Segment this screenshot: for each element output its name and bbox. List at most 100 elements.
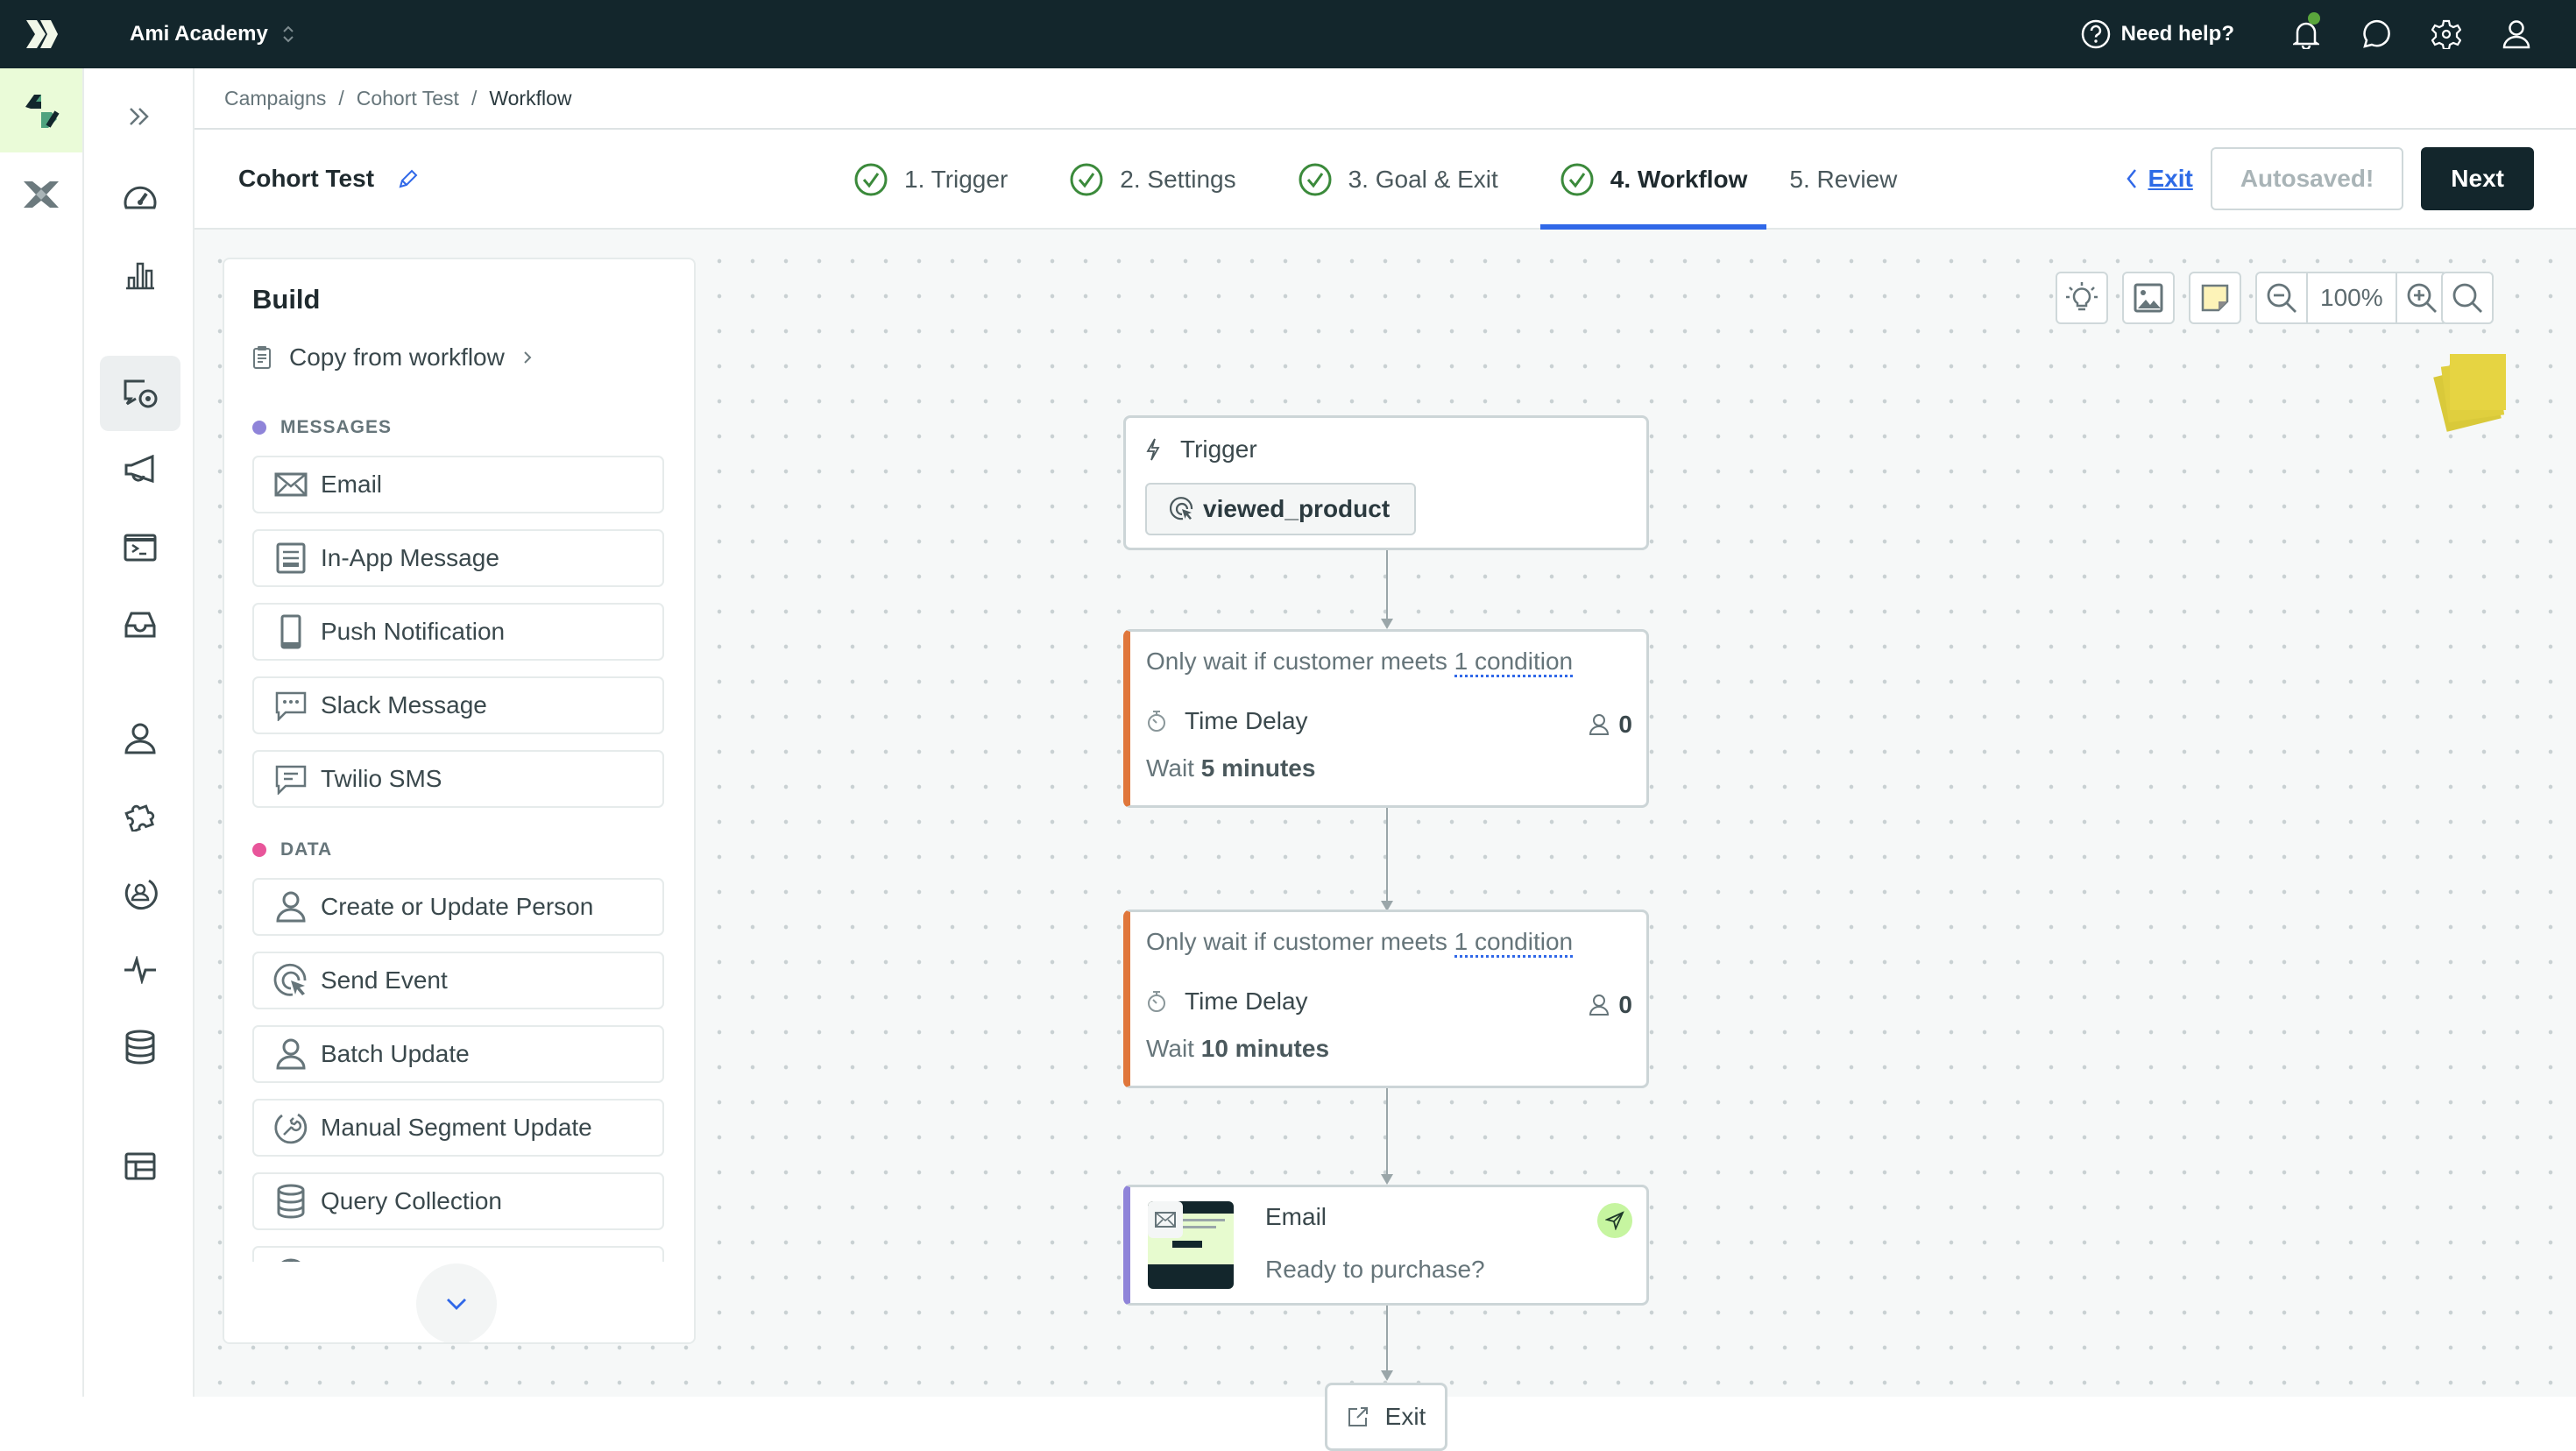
person-icon xyxy=(276,891,306,923)
exit-node-label: Exit xyxy=(1384,1403,1426,1430)
campaigns-icon xyxy=(124,379,158,408)
build-item-manual-segment[interactable]: Manual Segment Update xyxy=(252,1099,664,1157)
build-item-send-event[interactable]: Send Event xyxy=(252,952,664,1009)
trigger-event-chip[interactable]: viewed_product xyxy=(1145,483,1417,535)
add-note-button[interactable] xyxy=(2189,272,2241,324)
breadcrumb-current: Workflow xyxy=(489,86,572,110)
trigger-node[interactable]: Trigger viewed_product xyxy=(1123,415,1649,550)
chat-icon xyxy=(2363,19,2390,48)
journeys-product-button[interactable] xyxy=(0,68,82,152)
tab-workflow[interactable]: 4. Workflow xyxy=(1539,130,1767,230)
database-icon xyxy=(125,1030,155,1065)
nav-people[interactable] xyxy=(100,701,180,776)
nav-campaigns[interactable] xyxy=(100,356,180,431)
nav-transactional[interactable] xyxy=(100,510,180,585)
workspace-switcher[interactable]: Ami Academy xyxy=(130,22,294,46)
image-icon xyxy=(2134,283,2163,313)
nav-broadcasts[interactable] xyxy=(100,433,180,508)
tab-label: 3. Goal & Exit xyxy=(1348,166,1498,193)
person-count-icon xyxy=(1589,994,1610,1016)
account-button[interactable] xyxy=(2481,0,2551,68)
workflow-canvas[interactable]: Build Copy from workflow MESSAGES Email … xyxy=(195,231,2576,1451)
exit-link[interactable]: Exit xyxy=(2125,165,2193,193)
help-button[interactable]: Need help? xyxy=(2081,19,2234,49)
nav-inbox[interactable] xyxy=(100,587,180,662)
build-item-twilio[interactable]: Twilio SMS xyxy=(252,750,664,808)
nav-dashboard[interactable] xyxy=(100,159,180,235)
check-circle-icon xyxy=(1070,163,1103,196)
nav-analytics[interactable] xyxy=(100,237,180,312)
sticky-note xyxy=(2450,354,2506,410)
scroll-down-button[interactable] xyxy=(416,1263,497,1342)
chevron-left-icon xyxy=(2127,169,2137,188)
clipboard-icon xyxy=(253,346,271,369)
next-button[interactable]: Next xyxy=(2421,147,2534,210)
build-item-slack[interactable]: Slack Message xyxy=(252,676,664,734)
tab-trigger[interactable]: 1. Trigger xyxy=(834,130,1027,230)
build-item-in-app[interactable]: In-App Message xyxy=(252,529,664,587)
build-item-push[interactable]: Push Notification xyxy=(252,603,664,661)
app-logo[interactable] xyxy=(0,0,84,68)
journeys-logo-icon xyxy=(25,95,60,128)
zoom-out-button[interactable] xyxy=(2257,273,2306,322)
step-tabs: 1. Trigger 2. Settings 3. Goal & Exit 4.… xyxy=(834,130,1939,230)
tab-settings[interactable]: 2. Settings xyxy=(1050,130,1255,230)
tips-button[interactable] xyxy=(2056,272,2108,324)
zoom-out-icon xyxy=(2267,283,2296,313)
pipelines-product-button[interactable] xyxy=(0,152,82,237)
wait-duration: 10 minutes xyxy=(1200,1035,1330,1062)
condition-link[interactable]: 1 condition xyxy=(1454,928,1574,958)
build-item-email[interactable]: Email xyxy=(252,456,664,513)
build-item-create-update-person[interactable]: Create or Update Person xyxy=(252,878,664,936)
time-delay-node[interactable]: Only wait if customer meets 1 condition … xyxy=(1123,629,1649,808)
nav-integrations[interactable] xyxy=(100,778,180,853)
exit-node[interactable]: Exit xyxy=(1325,1383,1447,1451)
condition-link[interactable]: 1 condition xyxy=(1454,648,1574,677)
copy-from-workflow-button[interactable]: Copy from workflow xyxy=(252,343,533,372)
item-label: Slack Message xyxy=(321,691,487,718)
copy-label: Copy from workflow xyxy=(289,343,505,371)
help-icon xyxy=(2081,19,2110,49)
wait-duration: 5 minutes xyxy=(1200,754,1316,782)
email-node[interactable]: Email Ready to purchase? xyxy=(1123,1185,1649,1306)
nav-segments[interactable] xyxy=(100,855,180,931)
tab-label: 2. Settings xyxy=(1120,166,1236,193)
section-data: DATA xyxy=(252,839,332,860)
sticky-notes-stack[interactable] xyxy=(2433,354,2513,432)
build-panel: Build Copy from workflow MESSAGES Email … xyxy=(223,258,696,1344)
nav-content[interactable] xyxy=(100,1129,180,1204)
notifications-button[interactable] xyxy=(2271,0,2341,68)
nav-activity[interactable] xyxy=(100,932,180,1008)
item-label: Send Event xyxy=(321,966,448,994)
breadcrumb-campaigns[interactable]: Campaigns xyxy=(224,87,326,110)
edit-pencil-icon[interactable] xyxy=(397,167,420,190)
bar-chart-icon xyxy=(126,262,154,290)
settings-button[interactable] xyxy=(2411,0,2481,68)
in-app-icon xyxy=(276,542,306,574)
trigger-label: Trigger xyxy=(1180,435,1257,463)
tab-goal-exit[interactable]: 3. Goal & Exit xyxy=(1278,130,1518,230)
delay-type: Time Delay xyxy=(1185,987,1308,1015)
section-label: DATA xyxy=(280,839,333,860)
check-circle-icon xyxy=(854,163,888,196)
build-title: Build xyxy=(252,284,321,315)
inbox-icon xyxy=(124,612,156,638)
breadcrumb-campaign[interactable]: Cohort Test xyxy=(357,87,459,110)
zoom-controls: 100% xyxy=(2255,272,2448,324)
search-canvas-button[interactable] xyxy=(2441,272,2494,324)
nav-data[interactable] xyxy=(100,1009,180,1085)
build-item-query-collection[interactable]: Query Collection xyxy=(252,1172,664,1230)
add-image-button[interactable] xyxy=(2122,272,2175,324)
time-delay-node[interactable]: Only wait if customer meets 1 condition … xyxy=(1123,910,1649,1088)
notification-badge xyxy=(2308,12,2320,25)
sms-icon xyxy=(275,765,307,795)
messages-button[interactable] xyxy=(2341,0,2411,68)
zoom-in-button[interactable] xyxy=(2397,273,2446,322)
autosaved-button[interactable]: Autosaved! xyxy=(2210,147,2404,210)
messages-dot xyxy=(252,421,266,435)
check-circle-icon xyxy=(1560,163,1594,196)
expand-nav-button[interactable] xyxy=(100,79,180,154)
build-item-batch-update[interactable]: Batch Update xyxy=(252,1025,664,1083)
tab-review[interactable]: 5. Review xyxy=(1789,130,1916,230)
search-icon xyxy=(2452,283,2482,313)
